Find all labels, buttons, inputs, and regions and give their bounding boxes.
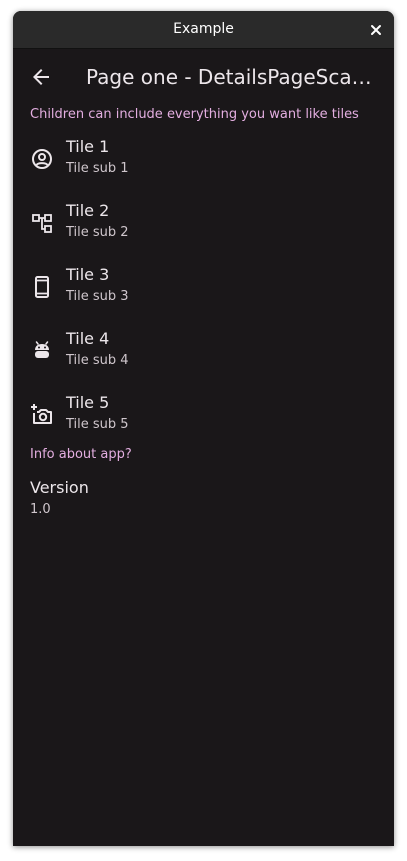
tile-title: Tile 2 (66, 201, 110, 220)
section-header-info: Info about app? (30, 447, 132, 462)
tile-subtitle: Tile sub 4 (66, 353, 129, 368)
tile-title: Tile 3 (66, 265, 110, 284)
list-item-tile-3[interactable]: Tile 3 Tile sub 3 (13, 255, 394, 319)
list-item-tile-1[interactable]: Tile 1 Tile sub 1 (13, 127, 394, 191)
tile-title: Tile 4 (66, 329, 110, 348)
back-button[interactable] (29, 65, 53, 89)
add-a-photo-icon (30, 403, 54, 427)
list-item-tile-4[interactable]: Tile 4 Tile sub 4 (13, 319, 394, 383)
window-titlebar[interactable]: Example (13, 11, 394, 49)
version-title: Version (30, 478, 89, 497)
app-window: Example Page one - DetailsPageScaffold C… (13, 11, 394, 846)
phone-android-icon (30, 275, 54, 299)
tile-subtitle: Tile sub 1 (66, 161, 129, 176)
page-title: Page one - DetailsPageScaffold (86, 65, 378, 89)
android-icon (30, 339, 54, 363)
tile-title: Tile 5 (66, 393, 110, 412)
tile-title: Tile 1 (66, 137, 110, 156)
version-value: 1.0 (30, 502, 51, 517)
tile-subtitle: Tile sub 5 (66, 417, 129, 432)
tile-subtitle: Tile sub 2 (66, 225, 129, 240)
account-circle-icon (30, 147, 54, 171)
window-title: Example (173, 21, 234, 37)
tile-subtitle: Tile sub 3 (66, 289, 129, 304)
app-bar: Page one - DetailsPageScaffold (13, 49, 394, 105)
close-button[interactable] (366, 20, 386, 40)
list-item-tile-5[interactable]: Tile 5 Tile sub 5 (13, 383, 394, 447)
account-tree-icon (30, 211, 54, 235)
section-header-tiles: Children can include everything you want… (30, 107, 359, 122)
close-icon (371, 25, 381, 35)
list-item-tile-2[interactable]: Tile 2 Tile sub 2 (13, 191, 394, 255)
arrow-back-icon (33, 69, 49, 85)
